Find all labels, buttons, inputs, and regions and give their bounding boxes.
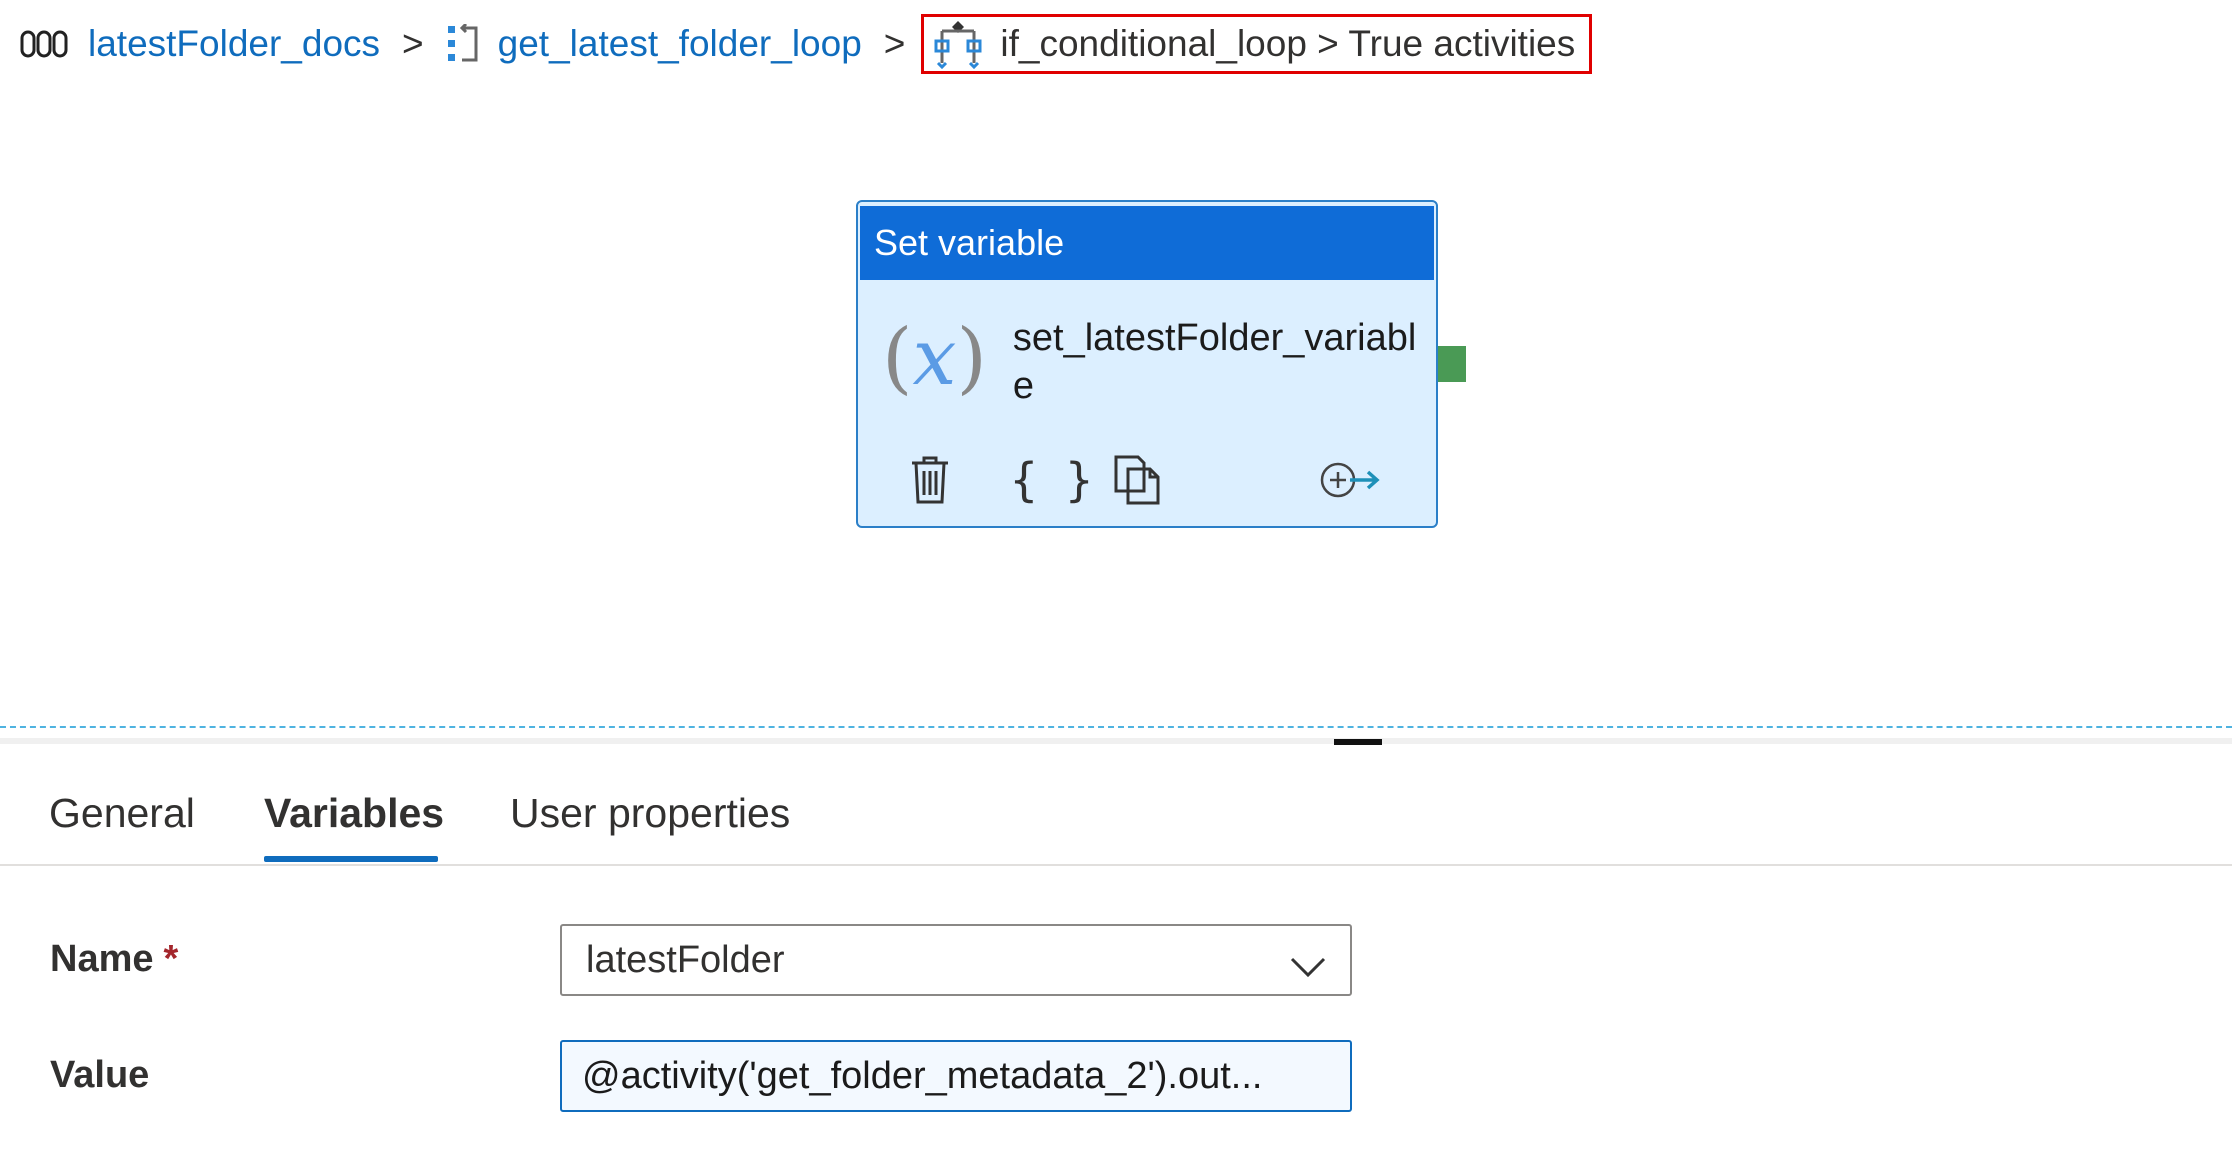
breadcrumb-current: if_conditional_loop > True activities bbox=[1000, 23, 1576, 64]
name-label: Name * bbox=[50, 938, 179, 980]
variable-fx-icon: (𝑥) bbox=[882, 313, 987, 403]
breadcrumb-separator: > bbox=[883, 23, 906, 64]
copy-icon[interactable] bbox=[1114, 452, 1160, 508]
tab-user-properties[interactable]: User properties bbox=[510, 790, 790, 837]
delete-icon[interactable] bbox=[910, 452, 950, 508]
add-output-icon[interactable] bbox=[1320, 452, 1382, 508]
chevron-down-icon bbox=[1290, 946, 1326, 989]
pane-divider bbox=[0, 726, 2232, 728]
value-expression-field[interactable] bbox=[560, 1040, 1352, 1112]
breadcrumb-pipeline-link[interactable]: latestFolder_docs bbox=[88, 23, 380, 65]
activity-type-label: Set variable bbox=[860, 206, 1434, 280]
active-tab-indicator bbox=[264, 856, 438, 862]
code-braces-icon[interactable]: { } bbox=[1010, 452, 1093, 508]
pipeline-icon bbox=[20, 28, 70, 60]
foreach-icon bbox=[446, 24, 480, 64]
breadcrumb-separator: > bbox=[402, 23, 424, 64]
required-marker: * bbox=[163, 938, 179, 980]
value-label: Value bbox=[50, 1054, 150, 1096]
breadcrumb: latestFolder_docs > get_latest_folder_lo… bbox=[20, 14, 1598, 74]
tab-general[interactable]: General bbox=[49, 790, 195, 837]
if-condition-icon bbox=[934, 19, 982, 69]
resize-bar[interactable] bbox=[0, 738, 2232, 744]
success-output-handle[interactable] bbox=[1438, 346, 1466, 382]
breadcrumb-current-highlight: if_conditional_loop > True activities bbox=[921, 14, 1593, 74]
activity-name: set_latestFolder_variable bbox=[1012, 317, 1417, 407]
variable-name-dropdown[interactable]: latestFolder bbox=[560, 924, 1352, 996]
set-variable-activity[interactable]: Set variable (𝑥) set_latestFolder_variab… bbox=[856, 200, 1466, 528]
tab-variables[interactable]: Variables bbox=[264, 790, 444, 837]
breadcrumb-foreach-link[interactable]: get_latest_folder_loop bbox=[498, 23, 862, 65]
resize-grip-handle[interactable] bbox=[1334, 739, 1382, 745]
variable-name-selected: latestFolder bbox=[586, 938, 785, 981]
properties-tabs: General Variables User properties bbox=[0, 770, 2232, 866]
